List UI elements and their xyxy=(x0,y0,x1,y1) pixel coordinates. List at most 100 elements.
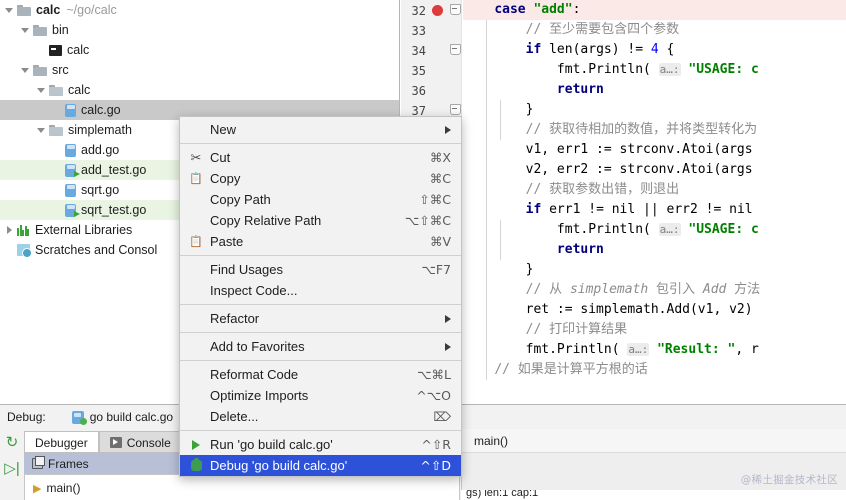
folder-glyph xyxy=(33,24,47,36)
tree-twisty-down-icon[interactable] xyxy=(20,25,31,36)
code-token: { xyxy=(658,42,675,57)
code-line: } xyxy=(463,100,534,120)
menu-separator xyxy=(180,332,461,333)
frame-entry[interactable]: main() xyxy=(46,481,80,495)
menu-item-label: Paste xyxy=(210,234,244,249)
code-line: // 至少需要包含四个参数 xyxy=(463,20,679,40)
tree-twisty-down-icon[interactable] xyxy=(4,5,15,16)
code-text-area[interactable]: case "add": // 至少需要包含四个参数 if len(args) !… xyxy=(463,0,846,380)
tree-item-bin[interactable]: bin xyxy=(0,20,399,40)
menu-item-copy[interactable]: 📋 Copy ⌘C xyxy=(180,168,461,189)
menu-item-copy-path[interactable]: Copy Path ⇧⌘C xyxy=(180,189,461,210)
code-token: "USAGE: c xyxy=(688,222,759,237)
resume-program-button[interactable]: ▷| xyxy=(0,455,24,481)
menu-item-find-usages[interactable]: Find Usages ⌥F7 xyxy=(180,259,461,280)
bug-glyph xyxy=(190,458,202,471)
variables-row-label: main() xyxy=(474,433,509,448)
tree-item-label: sqrt_test.go xyxy=(81,203,147,217)
ide-window: calc ~/go/calc bin calc src calc calc.go simple… xyxy=(0,0,846,500)
code-fold-icon[interactable] xyxy=(450,4,461,15)
code-token: : xyxy=(572,2,581,17)
menu-item-debug-go-build-calc-go[interactable]: Debug 'go build calc.go' ^⇧D xyxy=(180,455,461,476)
rerun-button[interactable]: ↻ xyxy=(0,429,24,455)
tree-item-label: calc.go xyxy=(81,103,121,117)
tree-item-label: add_test.go xyxy=(81,163,147,177)
code-token: return xyxy=(556,82,604,97)
code-token: if xyxy=(525,202,542,217)
code-token: 4 xyxy=(650,42,659,57)
menu-item-paste[interactable]: 📋 Paste ⌘V xyxy=(180,231,461,252)
go-file-glyph xyxy=(65,103,76,117)
folder-glyph xyxy=(17,4,31,16)
menu-item-copy-relative-path[interactable]: Copy Relative Path ⌥⇧⌘C xyxy=(180,210,461,231)
menu-item-add-to-favorites[interactable]: Add to Favorites xyxy=(180,336,461,357)
code-token: // 打印计算结果 xyxy=(525,322,628,337)
breakpoint-icon[interactable] xyxy=(432,5,443,16)
frames-icon xyxy=(32,456,45,469)
tree-item-calc[interactable]: calc ~/go/calc xyxy=(0,0,399,20)
menu-item-label: Find Usages xyxy=(210,262,283,277)
frames-list[interactable]: ▶ main() xyxy=(24,474,460,500)
tree-item-label: calc xyxy=(68,83,91,97)
go-test-file-icon xyxy=(65,203,80,217)
folder-icon xyxy=(33,64,47,76)
libraries-glyph xyxy=(17,224,30,236)
tree-item-calc[interactable]: calc xyxy=(0,80,399,100)
tree-twisty-down-icon[interactable] xyxy=(36,85,47,96)
code-token: 包引入 xyxy=(648,282,703,297)
menu-item-shortcut: ⌦ xyxy=(433,409,451,424)
go-file-icon xyxy=(65,103,76,117)
menu-item-cut[interactable]: ✂ Cut ⌘X xyxy=(180,147,461,168)
variables-row-main[interactable]: main() xyxy=(462,429,846,453)
menu-item-reformat-code[interactable]: Reformat Code ⌥⌘L xyxy=(180,364,461,385)
code-token: } xyxy=(463,102,534,117)
run-configuration-icon xyxy=(71,410,87,425)
tree-twisty-down-icon[interactable] xyxy=(20,65,31,76)
debug-configuration-name[interactable]: go build calc.go xyxy=(90,410,173,424)
code-token: } xyxy=(463,262,534,277)
tree-item-calc[interactable]: calc xyxy=(0,40,399,60)
tree-item-label: External Libraries xyxy=(35,223,133,237)
copy-icon: 📋 xyxy=(189,173,203,185)
menu-item-new[interactable]: New xyxy=(180,119,461,140)
code-token: if xyxy=(525,42,542,57)
tab-debugger-label: Debugger xyxy=(35,435,88,450)
folder-glyph xyxy=(49,84,63,96)
menu-item-delete[interactable]: Delete... ⌦ xyxy=(180,406,461,427)
tree-twisty-down-icon[interactable] xyxy=(36,125,47,136)
code-token: "add" xyxy=(533,2,573,17)
code-fold-icon[interactable] xyxy=(450,104,461,115)
code-line: return xyxy=(463,240,604,260)
console-icon xyxy=(109,437,122,448)
rerun-icon: ↻ xyxy=(5,433,19,451)
tree-twisty-right-icon[interactable] xyxy=(4,225,15,236)
menu-item-label: Copy Relative Path xyxy=(210,213,322,228)
context-menu[interactable]: New ✂ Cut ⌘X 📋 Copy ⌘C Copy Path ⇧⌘C Copy Relativ… xyxy=(179,116,462,477)
tree-item-src[interactable]: src xyxy=(0,60,399,80)
go-file-glyph xyxy=(65,203,80,217)
code-fold-icon[interactable] xyxy=(450,44,461,55)
tab-debugger[interactable]: Debugger xyxy=(24,431,99,453)
menu-item-shortcut: ⌥⌘L xyxy=(417,367,451,382)
go-file-glyph xyxy=(65,183,76,197)
code-line: case "add": xyxy=(463,0,580,20)
menu-item-optimize-imports[interactable]: Optimize Imports ^⌥O xyxy=(180,385,461,406)
menu-item-refactor[interactable]: Refactor xyxy=(180,308,461,329)
code-editor-pane: 32 33 34 35 36 37 case "add": // 至少需要包含四个参数 i… xyxy=(401,0,846,380)
scissors-icon: ✂ xyxy=(190,149,202,165)
menu-item-shortcut: ⌥F7 xyxy=(421,262,451,277)
bottom-clipped-text: gs) len:1 cap:1 xyxy=(466,490,539,499)
menu-item-run-go-build-calc-go[interactable]: Run 'go build calc.go' ^⇧R xyxy=(180,434,461,455)
menu-item-label: Reformat Code xyxy=(210,367,299,382)
menu-item-label: Copy xyxy=(210,171,241,186)
menu-item-inspect-code[interactable]: Inspect Code... xyxy=(180,280,461,301)
folder-glyph xyxy=(33,64,47,76)
code-line: fmt.Println( a…: "USAGE: c xyxy=(463,60,759,80)
code-token: // 如果是计算平方根的话 xyxy=(494,362,648,377)
